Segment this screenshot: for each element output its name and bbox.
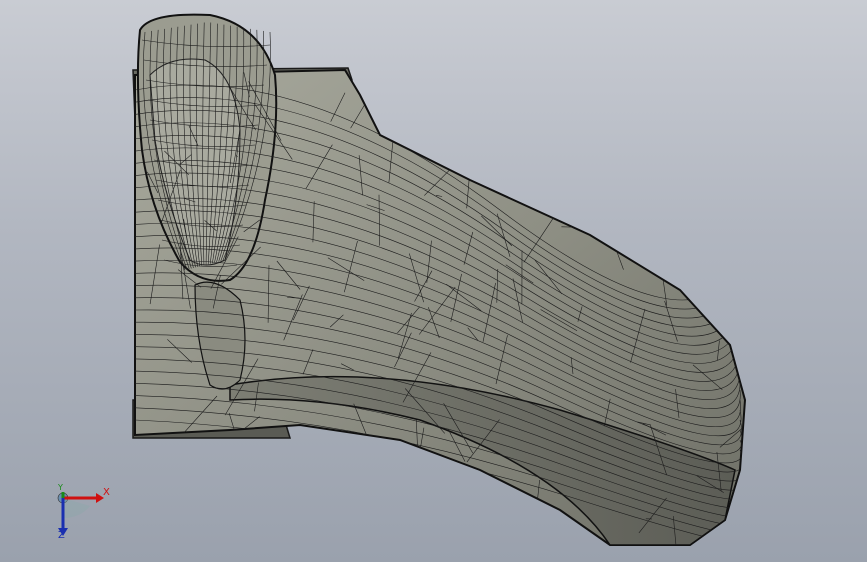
mesh-edge [546, 150, 563, 153]
mesh-edge [608, 82, 617, 143]
mesh-edge [306, 482, 324, 540]
mesh-edge [501, 145, 525, 172]
mesh-edge [182, 433, 196, 486]
mesh-edge [422, 128, 435, 153]
mesh-edge [709, 219, 745, 240]
mesh-edge [670, 207, 675, 239]
mesh-edge [408, 458, 419, 466]
x-axis-label: X [103, 487, 110, 498]
mesh-edge [289, 502, 308, 521]
mesh-edge [374, 90, 388, 122]
mesh-edge [518, 70, 537, 84]
mesh-edge [409, 114, 451, 122]
mesh-edge [330, 484, 349, 498]
triad-shadow [63, 498, 90, 518]
3d-viewport[interactable]: X Y Z [0, 0, 867, 562]
mesh-edge [517, 72, 525, 120]
mesh-edge [151, 499, 172, 531]
mesh-edge [476, 73, 479, 92]
mesh-edge [547, 196, 578, 217]
mesh-edge [419, 477, 437, 482]
mesh-edge [555, 70, 566, 87]
mesh-edge [639, 152, 643, 163]
mesh-edge [502, 102, 516, 126]
mesh-edge [372, 504, 401, 545]
axis-triad: X Y Z [40, 478, 120, 548]
mesh-edge [710, 70, 712, 81]
mesh-edge [537, 83, 551, 116]
mesh-edge [439, 102, 442, 105]
mesh-edge [538, 110, 562, 152]
mesh-edge [309, 432, 344, 490]
mesh-edge [334, 455, 344, 459]
mesh-edge [420, 514, 456, 526]
mesh-edge [290, 454, 302, 487]
mesh-edge [471, 535, 492, 545]
y-axis-label: Y [58, 483, 63, 492]
mesh-edge [288, 516, 293, 544]
mesh-edge [250, 445, 267, 458]
z-axis-label: Z [58, 530, 65, 541]
mesh-edge [250, 501, 260, 534]
wireframe-model[interactable] [0, 0, 867, 562]
mesh-edge [713, 228, 722, 230]
mesh-edge [448, 495, 462, 514]
mesh-edge [523, 147, 560, 152]
